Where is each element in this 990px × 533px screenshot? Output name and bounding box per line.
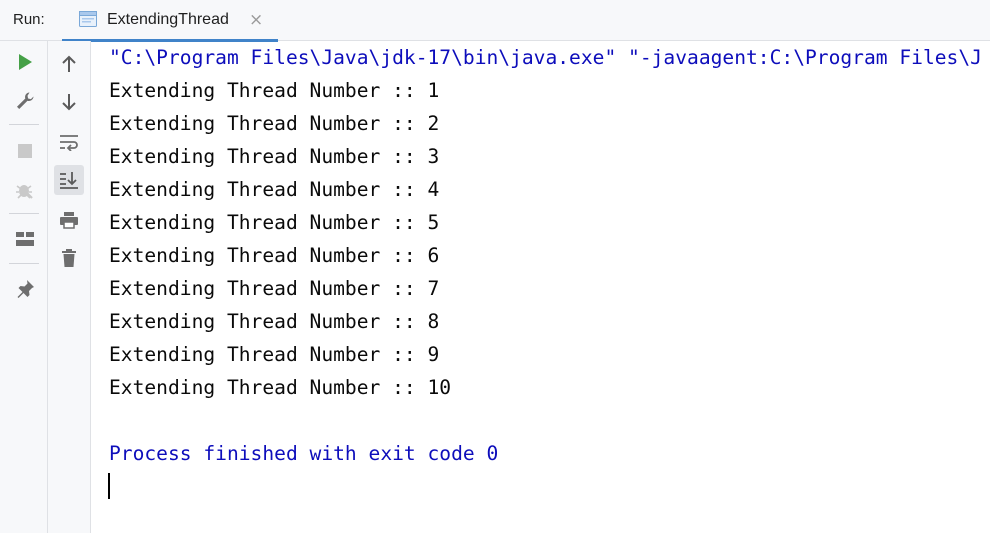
text-caret: [108, 473, 110, 499]
down-arrow-icon: [62, 94, 76, 111]
layout-button[interactable]: [10, 224, 40, 254]
settings-icon: [17, 92, 34, 109]
output-line: Extending Thread Number :: 1: [109, 79, 440, 102]
close-icon[interactable]: ×: [249, 10, 263, 30]
toolbar-separator: [9, 213, 39, 214]
tab-title: ExtendingThread: [107, 11, 229, 28]
scroll-to-end-icon: [60, 172, 78, 189]
up-stack-trace-button[interactable]: [54, 49, 84, 79]
pin-icon: [17, 280, 34, 298]
console-output[interactable]: "C:\Program Files\Java\jdk-17\bin\java.e…: [92, 41, 990, 533]
exit-message: Process finished with exit code 0: [109, 442, 499, 465]
layout-icon: [16, 232, 34, 246]
output-line: Extending Thread Number :: 5: [109, 211, 440, 234]
output-line: Extending Thread Number :: 9: [109, 343, 440, 366]
output-line: Extending Thread Number :: 2: [109, 112, 440, 135]
run-tool-window-header: Run: ExtendingThread ×: [0, 0, 990, 42]
down-stack-trace-button[interactable]: [54, 87, 84, 117]
output-line: Extending Thread Number :: 3: [109, 145, 440, 168]
debug-button[interactable]: [10, 175, 40, 205]
toolbar-separator: [9, 263, 39, 264]
toolbar-separator: [9, 124, 39, 125]
stop-button[interactable]: [10, 136, 40, 166]
output-line: Extending Thread Number :: 10: [109, 376, 452, 399]
run-actions-toolbar: [0, 41, 48, 533]
soft-wrap-button[interactable]: [54, 127, 84, 157]
clear-all-button[interactable]: [54, 243, 84, 273]
print-button[interactable]: [54, 205, 84, 235]
print-icon: [60, 212, 78, 229]
trash-icon: [62, 249, 76, 267]
output-line: Extending Thread Number :: 7: [109, 277, 440, 300]
console-icon: [79, 11, 97, 27]
settings-button[interactable]: [10, 86, 40, 116]
stop-icon: [18, 144, 32, 158]
console-actions-toolbar: [48, 41, 91, 533]
tab-extendingthread[interactable]: ExtendingThread ×: [62, 0, 278, 42]
scroll-to-end-button[interactable]: [54, 165, 84, 195]
run-label: Run:: [13, 11, 45, 28]
pin-button[interactable]: [10, 274, 40, 304]
command-line: "C:\Program Files\Java\jdk-17\bin\java.e…: [109, 46, 982, 69]
rerun-button[interactable]: [10, 47, 40, 77]
output-line: Extending Thread Number :: 4: [109, 178, 440, 201]
output-line: Extending Thread Number :: 6: [109, 244, 440, 267]
soft-wrap-icon: [60, 135, 78, 151]
rerun-icon: [19, 54, 32, 70]
output-line: Extending Thread Number :: 8: [109, 310, 440, 333]
up-arrow-icon: [62, 55, 76, 72]
debug-icon: [16, 185, 33, 199]
